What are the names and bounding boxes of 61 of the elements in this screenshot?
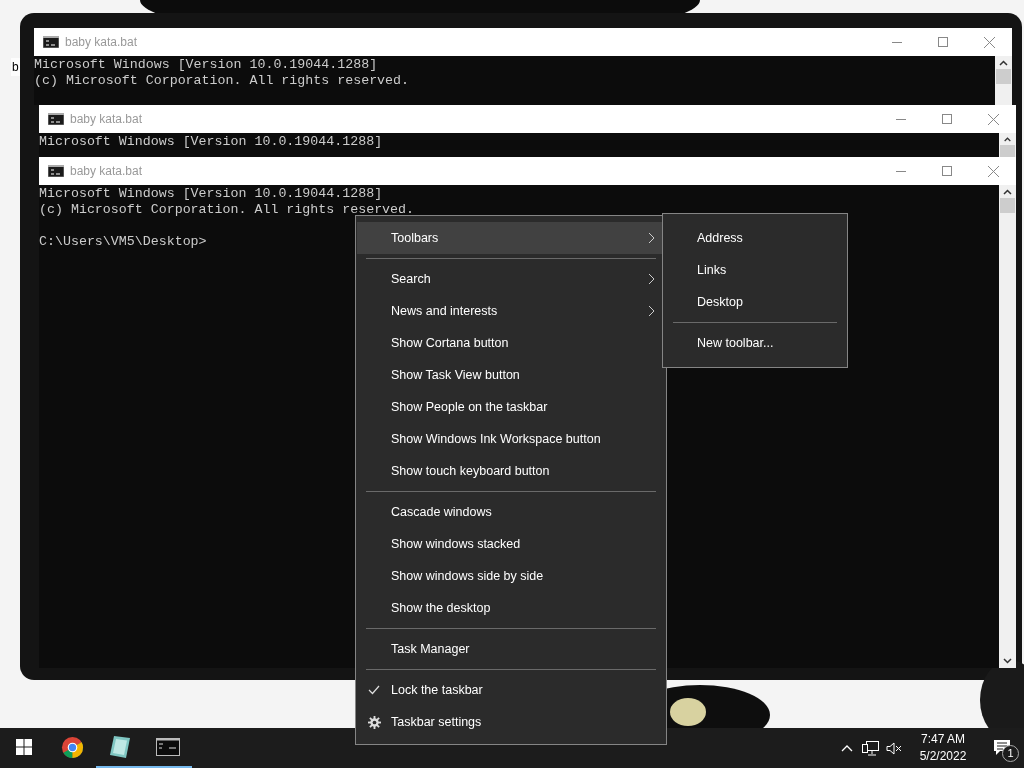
scroll-up-icon[interactable]: [1003, 189, 1012, 195]
windows-logo-icon: [16, 739, 32, 755]
scroll-thumb[interactable]: [1000, 144, 1015, 157]
console-line: (c) Microsoft Corporation. All rights reserved.: [34, 73, 410, 89]
console-icon: [156, 738, 180, 756]
scrollbar[interactable]: [995, 56, 1012, 105]
menu-item[interactable]: Cascade windows: [357, 496, 665, 528]
scroll-up-icon[interactable]: [999, 60, 1008, 66]
menu-item[interactable]: Toolbars: [357, 222, 665, 254]
window-title: baby kata.bat: [70, 111, 144, 128]
menu-item[interactable]: Address: [664, 222, 846, 254]
close-icon: [987, 113, 999, 125]
menu-item[interactable]: New toolbar...: [664, 327, 846, 359]
menu-item[interactable]: Show windows stacked: [357, 528, 665, 560]
maximize-icon: [938, 37, 948, 47]
console-line: Microsoft Windows [Version 10.0.19044.1288]: [39, 134, 383, 150]
settings-icon: [367, 715, 381, 729]
menu-item[interactable]: Show Windows Ink Workspace button: [357, 423, 665, 455]
menu-item[interactable]: Links: [664, 254, 846, 286]
notepad-icon: [109, 735, 131, 759]
scroll-down-icon[interactable]: [1003, 658, 1012, 664]
menu-item[interactable]: Show windows side by side: [357, 560, 665, 592]
console-line: Microsoft Windows [Version 10.0.19044.1288]: [39, 186, 383, 202]
maximize-icon: [942, 114, 952, 124]
chevron-icon: [648, 305, 655, 317]
menu-item[interactable]: News and interests: [357, 295, 665, 327]
scroll-thumb[interactable]: [996, 69, 1011, 84]
menu-item[interactable]: Show Cortana button: [357, 327, 665, 359]
console-line: C:\Users\VM5\Desktop>: [39, 234, 207, 250]
chevron-icon: [648, 273, 655, 285]
clock[interactable]: 7:47 AM 5/2/2022: [906, 728, 980, 768]
menu-item[interactable]: Task Manager: [357, 633, 665, 665]
menu-item[interactable]: Search: [357, 263, 665, 295]
menu-item[interactable]: Show People on the taskbar: [357, 391, 665, 423]
maximize-icon: [942, 166, 952, 176]
window-title: baby kata.bat: [70, 163, 144, 180]
console-icon: [48, 165, 64, 177]
scrollbar[interactable]: [999, 185, 1016, 668]
notification-count: 1: [1002, 745, 1019, 762]
checkmark-icon: [368, 685, 380, 695]
console-icon: [48, 113, 64, 125]
console-icon: [43, 36, 59, 48]
menu-item[interactable]: Desktop: [664, 286, 846, 318]
close-icon: [987, 165, 999, 177]
notifications-button[interactable]: 1: [980, 728, 1024, 768]
menu-item[interactable]: Show the desktop: [357, 592, 665, 624]
chevron-icon: [648, 232, 655, 244]
chevron-up-icon: [841, 744, 853, 752]
close-icon: [983, 36, 995, 48]
menu-item[interactable]: Taskbar settings: [357, 706, 665, 738]
console-line: (c) Microsoft Corporation. All rights reserved.: [39, 202, 415, 218]
console-line: Microsoft Windows [Version 10.0.19044.1288]: [34, 57, 378, 73]
menu-item[interactable]: Lock the taskbar: [357, 674, 665, 706]
scroll-thumb[interactable]: [1000, 198, 1015, 213]
menu-item[interactable]: Show Task View button: [357, 359, 665, 391]
scroll-up-icon[interactable]: [1003, 137, 1012, 142]
window-title: baby kata.bat: [65, 34, 139, 51]
desktop-icon-label[interactable]: b: [11, 58, 20, 76]
menu-item[interactable]: Show touch keyboard button: [357, 455, 665, 487]
browser-icon: [60, 735, 84, 759]
scrollbar[interactable]: [999, 133, 1016, 157]
